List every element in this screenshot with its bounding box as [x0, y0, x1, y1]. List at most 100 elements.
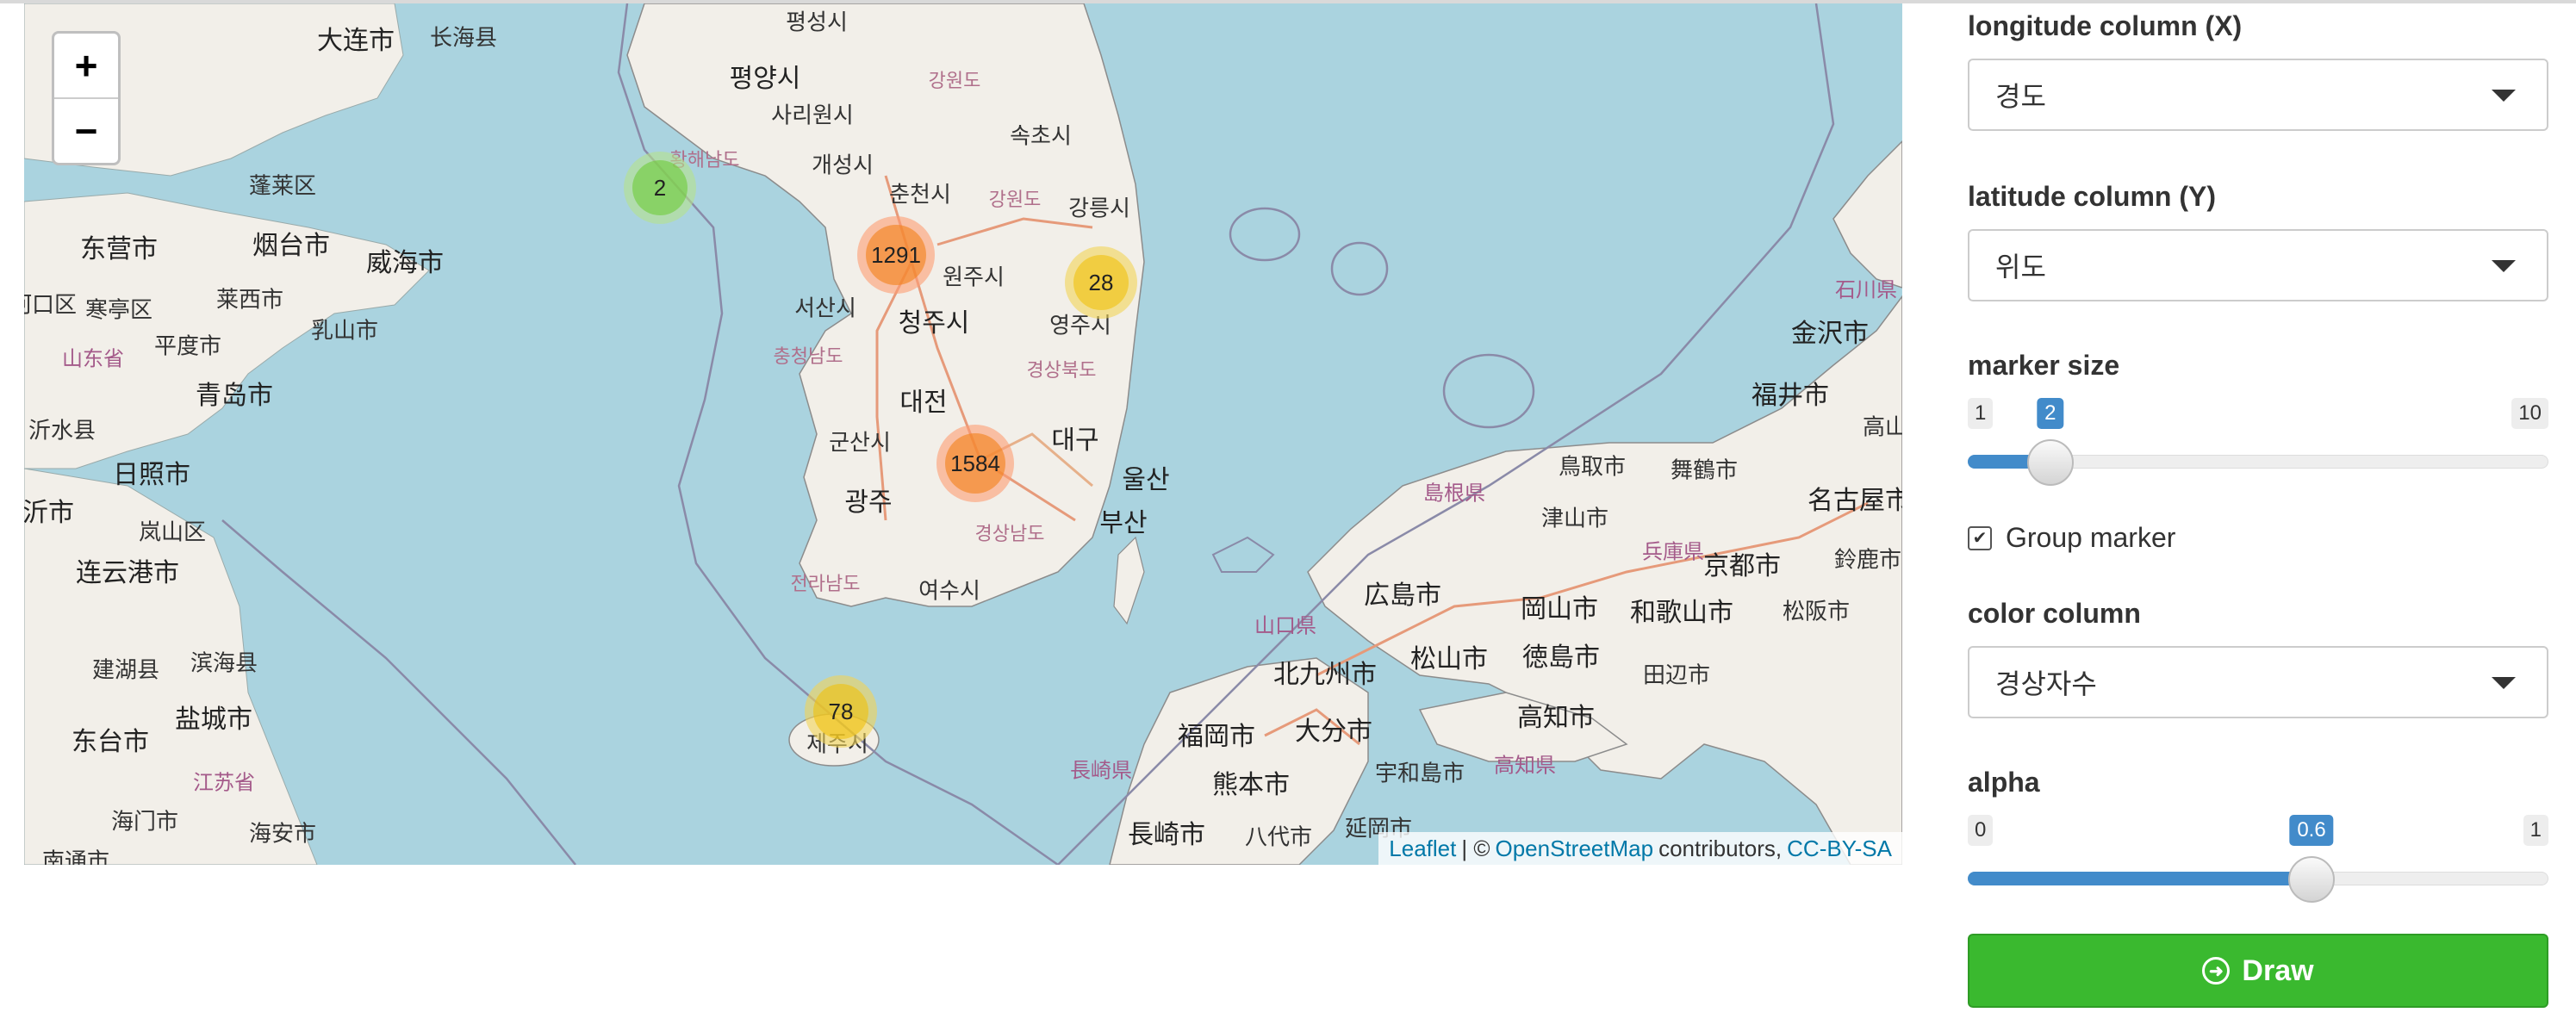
place-label: 日照市: [113, 461, 190, 489]
place-label: 南通市: [41, 848, 110, 866]
place-label: 鈴鹿市: [1833, 546, 1902, 573]
place-label: 田辺市: [1642, 662, 1711, 688]
group-marker-checkbox[interactable]: ✔ Group marker: [1968, 522, 2175, 554]
alpha-slider[interactable]: 0 1 0.6: [1968, 815, 2548, 918]
place-label: 山东省: [62, 347, 124, 371]
slider-min: 1: [1968, 398, 1994, 429]
cluster-count: 28: [1073, 255, 1129, 310]
place-label: 河口区: [24, 291, 78, 318]
slider-min: 0: [1968, 815, 1994, 846]
place-label: 沂市: [24, 499, 74, 527]
attribution-contributors: contributors,: [1658, 835, 1783, 861]
place-label: 八代市: [1244, 823, 1313, 850]
place-label: 和歌山市: [1630, 599, 1733, 627]
slider-max: 10: [2511, 398, 2548, 429]
zoom-control: + −: [52, 31, 121, 165]
place-label: 사리원시: [771, 102, 854, 128]
group-marker-label: Group marker: [2006, 522, 2176, 553]
draw-button-label: Draw: [2242, 954, 2314, 987]
map-attribution: Leaflet | © OpenStreetMap contributors, …: [1378, 832, 1902, 865]
place-label: 徳島市: [1522, 643, 1600, 672]
place-label: 경상남도: [974, 523, 1045, 544]
place-label: 평성시: [786, 9, 848, 35]
place-label: 沂水县: [28, 417, 96, 444]
place-label: 长海县: [429, 24, 498, 51]
place-label: 京都市: [1703, 552, 1781, 581]
slider-handle[interactable]: [2288, 856, 2335, 903]
place-label: 高山: [1862, 413, 1902, 440]
place-label: 石川県: [1835, 278, 1897, 302]
place-label: 兵庫県: [1642, 540, 1704, 564]
color-column-select[interactable]: 경상자수: [1968, 646, 2548, 718]
marker-cluster[interactable]: 78: [805, 675, 877, 748]
place-label: 여수시: [918, 577, 980, 604]
marker-cluster[interactable]: 1291: [857, 216, 935, 294]
marker-cluster[interactable]: 28: [1065, 246, 1137, 319]
place-label: 대구: [1051, 426, 1099, 455]
marker-size-slider[interactable]: 1 10 2: [1968, 398, 2548, 501]
place-label: 东台市: [72, 728, 149, 756]
chevron-down-icon: [2492, 677, 2516, 689]
place-label: 滨海县: [190, 649, 258, 676]
place-label: 金沢市: [1791, 320, 1869, 348]
longitude-value: 경도: [1995, 81, 2046, 112]
license-link[interactable]: CC-BY-SA: [1787, 836, 1892, 862]
color-column-label: color column: [1968, 598, 2141, 629]
place-label: 원주시: [943, 264, 1005, 290]
slider-value: 2: [2037, 398, 2064, 429]
place-label: 威海市: [366, 249, 444, 277]
place-label: 福岡市: [1178, 723, 1255, 751]
place-label: 东营市: [80, 235, 158, 264]
checkbox-box[interactable]: ✔: [1968, 525, 1992, 550]
place-label: 청주시: [898, 309, 970, 338]
cluster-count: 2: [632, 160, 688, 215]
zoom-in-button[interactable]: +: [54, 34, 118, 97]
place-label: 鳥取市: [1558, 453, 1627, 480]
place-label: 津山市: [1540, 505, 1609, 531]
place-label: 광주: [844, 488, 893, 517]
latitude-label: latitude column (Y): [1968, 181, 2216, 212]
zoom-out-button[interactable]: −: [54, 97, 118, 163]
slider-max: 1: [2523, 815, 2548, 846]
place-label: 広島市: [1364, 581, 1441, 610]
place-label: 長崎県: [1070, 759, 1132, 783]
marker-cluster[interactable]: 2: [624, 152, 696, 224]
place-label: 군산시: [829, 429, 891, 456]
place-label: 建湖县: [91, 656, 160, 683]
place-label: 高知県: [1494, 754, 1556, 778]
arrow-circle-right-icon: ➜: [2202, 957, 2231, 985]
place-label: 莱西市: [215, 286, 284, 313]
openstreetmap-link[interactable]: OpenStreetMap: [1496, 836, 1654, 862]
alpha-label: alpha: [1968, 767, 2040, 798]
longitude-select[interactable]: 경도: [1968, 59, 2548, 131]
place-label: 大分市: [1295, 718, 1372, 746]
leaflet-map[interactable]: 大连市 长海县 평성시 평양시 강원도 사리원시 황해남도 개성시 속초시 춘천…: [24, 3, 1902, 865]
place-label: 福井市: [1752, 382, 1829, 410]
draw-button[interactable]: ➜ Draw: [1968, 934, 2548, 1008]
place-label: 寒亭区: [84, 296, 153, 323]
leaflet-link[interactable]: Leaflet: [1389, 836, 1456, 862]
latitude-select[interactable]: 위도: [1968, 229, 2548, 301]
chevron-down-icon: [2492, 90, 2516, 102]
place-label: 高知市: [1517, 704, 1595, 732]
place-label: 울산: [1122, 466, 1170, 494]
attribution-separator: | ©: [1461, 835, 1490, 861]
place-label: 개성시: [812, 152, 874, 178]
place-label: 大连市: [317, 27, 395, 55]
marker-size-label: marker size: [1968, 350, 2120, 381]
slider-handle[interactable]: [2026, 439, 2074, 486]
place-label: 熊本市: [1212, 771, 1290, 799]
place-label: 부산: [1099, 509, 1148, 537]
place-label: 島根県: [1423, 481, 1485, 506]
cluster-count: 1291: [866, 225, 926, 285]
place-label: 松山市: [1410, 645, 1488, 674]
place-label: 海安市: [248, 820, 317, 847]
place-label: 평양시: [729, 65, 801, 93]
place-label: 连云港市: [76, 559, 179, 587]
latitude-value: 위도: [1995, 252, 2046, 283]
cluster-count: 1584: [945, 433, 1005, 494]
place-label: 강원도: [928, 70, 981, 91]
place-label: 충청남도: [773, 345, 843, 367]
marker-cluster[interactable]: 1584: [936, 425, 1014, 502]
place-label: 속초시: [1010, 122, 1072, 149]
